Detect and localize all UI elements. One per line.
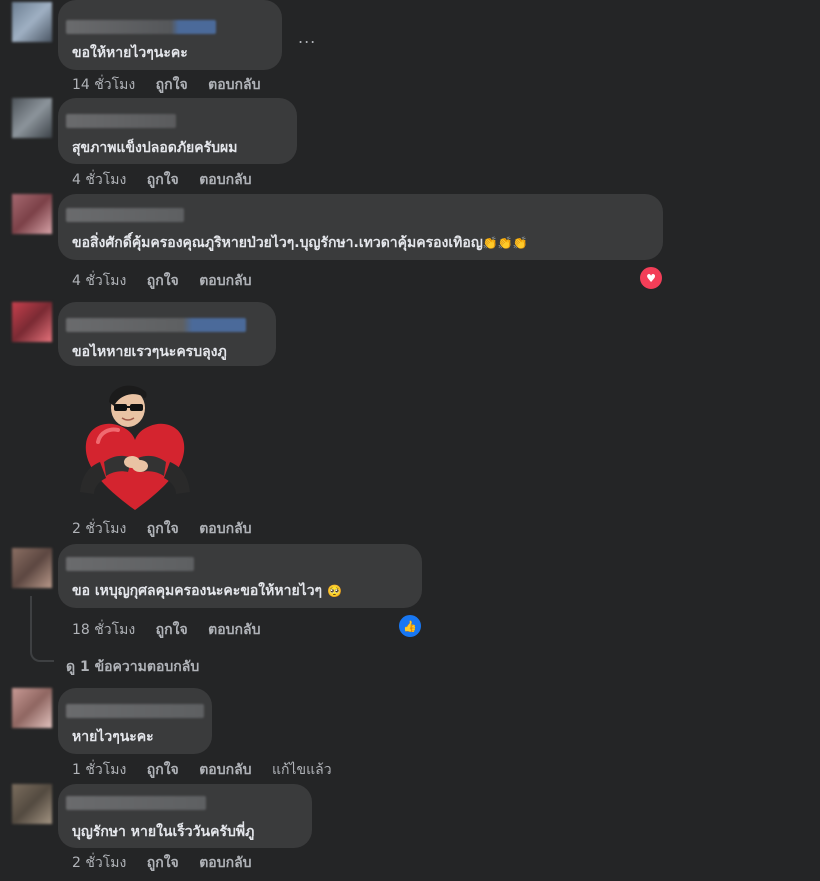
comment-actions: 1 ชั่วโมง ถูกใจ ตอบกลับ แก้ไขแล้ว bbox=[72, 759, 348, 781]
author-name-blurred[interactable] bbox=[66, 704, 204, 718]
avatar[interactable] bbox=[12, 2, 52, 42]
timestamp[interactable]: 2 ชั่วโมง bbox=[72, 855, 126, 871]
avatar[interactable] bbox=[12, 98, 52, 138]
reply-button[interactable]: ตอบกลับ bbox=[199, 855, 251, 871]
comment-actions: 18 ชั่วโมง ถูกใจ ตอบกลับ bbox=[72, 619, 276, 641]
author-name-blurred[interactable] bbox=[66, 796, 206, 810]
reply-button[interactable]: ตอบกลับ bbox=[199, 521, 251, 537]
heart-hug-sticker bbox=[76, 382, 194, 516]
like-button[interactable]: ถูกใจ bbox=[147, 273, 179, 289]
love-reaction-icon[interactable]: ♥ bbox=[638, 265, 664, 291]
clapping-hands-emoji: 👏👏👏 bbox=[482, 236, 528, 250]
comment-actions: 2 ชั่วโมง ถูกใจ ตอบกลับ bbox=[72, 852, 268, 874]
reply-button[interactable]: ตอบกลับ bbox=[208, 77, 260, 93]
comment-text: ขอให้หายไวๆนะคะ bbox=[72, 45, 188, 61]
reply-button[interactable]: ตอบกลับ bbox=[199, 273, 251, 289]
avatar[interactable] bbox=[12, 302, 52, 342]
avatar[interactable] bbox=[12, 548, 52, 588]
author-name-blurred[interactable] bbox=[66, 318, 246, 332]
timestamp[interactable]: 1 ชั่วโมง bbox=[72, 762, 126, 778]
sticker-image bbox=[80, 385, 190, 510]
comment-text-body: ขอ เหบุญกุศลคุมครองนะคะขอให้หายไวๆ bbox=[72, 583, 323, 599]
like-button[interactable]: ถูกใจ bbox=[147, 521, 179, 537]
like-button[interactable]: ถูกใจ bbox=[147, 172, 179, 188]
comment-text: หายไวๆนะคะ bbox=[72, 729, 154, 745]
comment-text: บุญรักษา หายในเร็ววันครับพี่ภู bbox=[72, 824, 255, 840]
comment-text-body: ขอสิ่งศักดิ์คุ้มครองคุณภูริหายป่วยไวๆ.บุ… bbox=[72, 235, 483, 251]
author-name-blurred[interactable] bbox=[66, 557, 194, 571]
comment-actions: 14 ชั่วโมง ถูกใจ ตอบกลับ bbox=[72, 74, 276, 96]
like-button[interactable]: ถูกใจ bbox=[147, 855, 179, 871]
reply-button[interactable]: ตอบกลับ bbox=[208, 622, 260, 638]
more-options-icon[interactable]: ... bbox=[298, 28, 316, 47]
comment-actions: 4 ชั่วโมง ถูกใจ ตอบกลับ bbox=[72, 270, 268, 292]
like-button[interactable]: ถูกใจ bbox=[156, 622, 188, 638]
author-name-blurred[interactable] bbox=[66, 208, 184, 222]
timestamp[interactable]: 2 ชั่วโมง bbox=[72, 521, 126, 537]
author-name-blurred[interactable] bbox=[66, 20, 216, 34]
edited-label[interactable]: แก้ไขแล้ว bbox=[272, 762, 332, 778]
avatar[interactable] bbox=[12, 784, 52, 824]
comment-actions: 2 ชั่วโมง ถูกใจ ตอบกลับ bbox=[72, 518, 268, 540]
like-button[interactable]: ถูกใจ bbox=[147, 762, 179, 778]
timestamp[interactable]: 4 ชั่วโมง bbox=[72, 273, 126, 289]
reply-button[interactable]: ตอบกลับ bbox=[199, 762, 251, 778]
like-reaction-icon[interactable]: 👍 bbox=[397, 613, 423, 639]
avatar[interactable] bbox=[12, 194, 52, 234]
comment-text: ขอ เหบุญกุศลคุมครองนะคะขอให้หายไวๆ 🥺 bbox=[72, 580, 342, 602]
view-replies-link[interactable]: ดู 1 ข้อความตอบกลับ bbox=[66, 656, 199, 678]
comment-text: ขอไหหายเรวๆนะครบลุงภู bbox=[72, 344, 227, 360]
timestamp[interactable]: 14 ชั่วโมง bbox=[72, 77, 135, 93]
like-button[interactable]: ถูกใจ bbox=[156, 77, 188, 93]
comment-text: สุขภาพแข็งปลอดภัยครับผม bbox=[72, 140, 238, 156]
avatar[interactable] bbox=[12, 688, 52, 728]
reply-thread-line bbox=[30, 596, 54, 662]
comment-actions: 4 ชั่วโมง ถูกใจ ตอบกลับ bbox=[72, 169, 268, 191]
timestamp[interactable]: 4 ชั่วโมง bbox=[72, 172, 126, 188]
author-name-blurred[interactable] bbox=[66, 114, 176, 128]
comment-text: ขอสิ่งศักดิ์คุ้มครองคุณภูริหายป่วยไวๆ.บุ… bbox=[72, 232, 528, 254]
timestamp[interactable]: 18 ชั่วโมง bbox=[72, 622, 135, 638]
reply-button[interactable]: ตอบกลับ bbox=[199, 172, 251, 188]
pleading-face-emoji: 🥺 bbox=[326, 584, 342, 598]
